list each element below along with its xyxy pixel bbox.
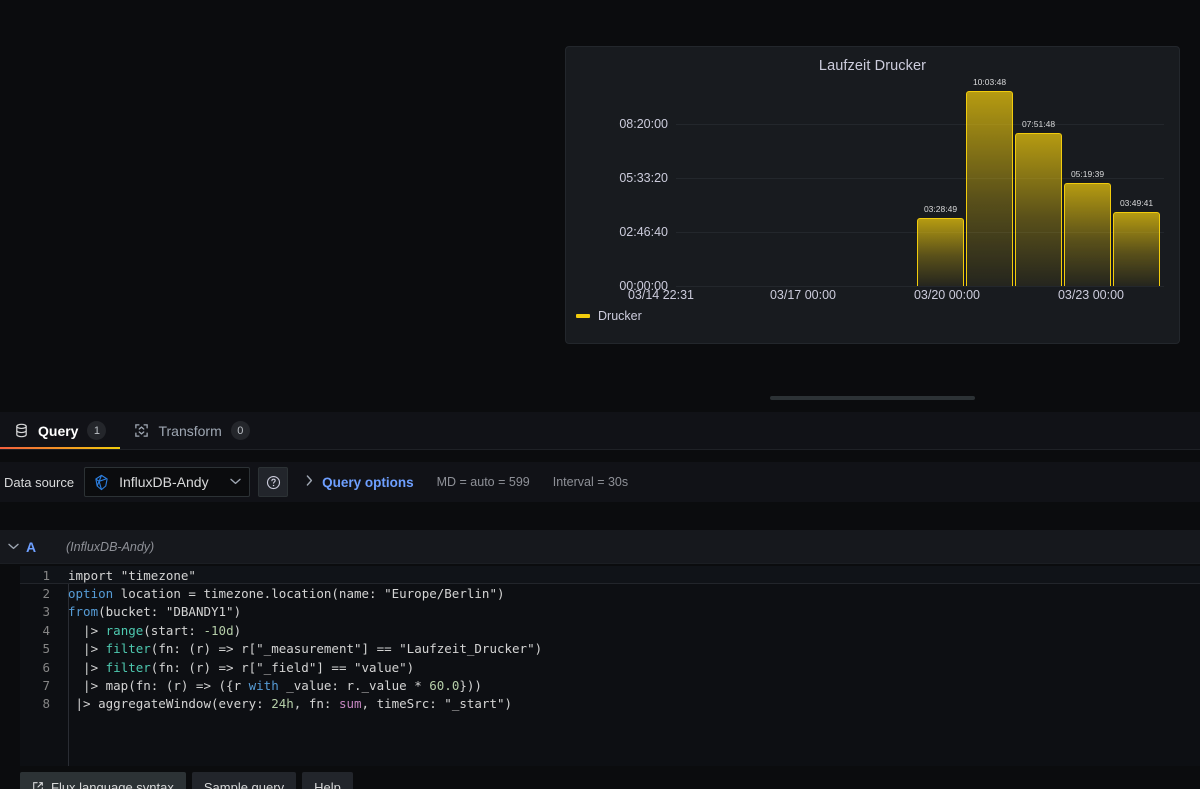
datasource-selected-name: InfluxDB-Andy [119,474,221,490]
code-line[interactable]: 5 |> filter(fn: (r) => r["_measurement"]… [20,640,1200,658]
y-axis-tick-label: 02:46:40 [619,225,668,239]
y-axis-tick-label: 08:20:00 [619,117,668,131]
code-line-text[interactable]: from(bucket: "DBANDY1") [58,604,241,619]
code-line-number: 5 [20,641,58,656]
legend-series-label[interactable]: Drucker [598,309,642,323]
code-line-text[interactable]: |> filter(fn: (r) => r["_field"] == "val… [58,660,414,675]
chart-legend[interactable]: Drucker [576,309,642,323]
database-icon [14,423,29,438]
code-line[interactable]: 4 |> range(start: -10d) [20,621,1200,639]
datasource-row: Data source InfluxDB-Andy Query options … [0,462,1200,502]
sample-query-button[interactable]: Sample query [192,772,296,789]
query-options-interval: Interval = 30s [553,475,628,489]
query-row-ref-id[interactable]: A [26,539,66,555]
chart-bars[interactable]: 03:28:4910:03:4807:51:4805:19:3903:49:41 [676,81,1164,286]
influxdb-icon [93,474,110,491]
code-line[interactable]: 8 |> aggregateWindow(every: 24h, fn: sum… [20,695,1200,713]
chart-y-axis: 00:00:0002:46:4005:33:2008:20:00 [566,81,668,286]
code-line-text[interactable]: |> map(fn: (r) => ({r with _value: r._va… [58,678,482,693]
help-circle-icon[interactable] [258,467,288,497]
chart-bar-value-label: 03:28:49 [924,204,957,214]
tab-active-indicator [0,447,120,449]
tab-query-label: Query [38,423,78,439]
chart-plot-area[interactable]: 00:00:0002:46:4005:33:2008:20:00 03:28:4… [566,81,1181,345]
query-options-toggle[interactable]: Query options MD = auto = 599 Interval =… [306,475,628,490]
query-row-a: A (InfluxDB-Andy) [0,530,1200,564]
query-options-max-data-points: MD = auto = 599 [437,475,530,489]
editor-bottom-toolbar: Flux language syntax Sample query Help [0,772,1200,789]
sample-query-label: Sample query [204,780,284,789]
flux-query-code-editor[interactable]: 1import "timezone"2option location = tim… [20,566,1200,766]
y-axis-tick-label: 05:33:20 [619,171,668,185]
code-line[interactable]: 6 |> filter(fn: (r) => r["_field"] == "v… [20,658,1200,676]
flux-language-syntax-button[interactable]: Flux language syntax [20,772,186,789]
gridline [676,286,1164,287]
code-line-number: 6 [20,660,58,675]
chart-bar[interactable]: 05:19:39 [1064,183,1111,286]
chart-bar-value-label: 05:19:39 [1071,169,1104,179]
editor-tab-bar: Query 1 Transform 0 [0,412,1200,450]
process-icon [134,423,149,438]
chevron-right-icon [306,475,313,489]
code-line-number: 7 [20,678,58,693]
chevron-down-icon [230,477,241,488]
code-line-text[interactable]: |> aggregateWindow(every: 24h, fn: sum, … [58,696,512,711]
datasource-label: Data source [0,475,84,490]
flux-language-syntax-label: Flux language syntax [51,780,174,789]
x-axis-tick-label: 03/20 00:00 [914,288,980,302]
tab-query-badge: 1 [87,421,106,440]
chart-bar[interactable]: 03:28:49 [917,218,964,286]
code-line-text[interactable]: option location = timezone.location(name… [58,586,505,601]
tab-transform-badge: 0 [231,421,250,440]
x-axis-tick-label: 03/14 22:31 [628,288,694,302]
chart-bar[interactable]: 07:51:48 [1015,133,1062,286]
code-line[interactable]: 2option location = timezone.location(nam… [20,584,1200,602]
chart-bar[interactable]: 03:49:41 [1113,212,1160,286]
code-line[interactable]: 3from(bucket: "DBANDY1") [20,603,1200,621]
datasource-picker[interactable]: InfluxDB-Andy [84,467,250,497]
code-line[interactable]: 1import "timezone" [20,566,1200,584]
panel-resize-handle[interactable] [770,396,975,400]
chart-bar-value-label: 07:51:48 [1022,119,1055,129]
x-axis-tick-label: 03/23 00:00 [1058,288,1124,302]
code-line-number: 3 [20,604,58,619]
chart-bar-value-label: 03:49:41 [1120,198,1153,208]
code-line-number: 1 [20,568,58,583]
code-lines-container[interactable]: 1import "timezone"2option location = tim… [20,566,1200,713]
code-line-number: 8 [20,696,58,711]
help-button[interactable]: Help [302,772,353,789]
external-link-icon [32,781,44,789]
panel-preview[interactable]: Laufzeit Drucker 00:00:0002:46:4005:33:2… [565,46,1180,344]
code-line-text[interactable]: |> range(start: -10d) [58,623,241,638]
panel-title: Laufzeit Drucker [566,47,1179,74]
chart-bar[interactable]: 10:03:48 [966,91,1013,286]
x-axis-tick-label: 03/17 00:00 [770,288,836,302]
chart-x-axis: 03/14 22:3103/17 00:0003/20 00:0003/23 0… [676,288,1164,310]
code-line-number: 4 [20,623,58,638]
help-button-label: Help [314,780,341,789]
code-line-text[interactable]: import "timezone" [58,568,196,583]
code-line-number: 2 [20,586,58,601]
query-options-label: Query options [322,475,414,490]
tab-query[interactable]: Query 1 [0,412,120,449]
query-row-collapse-icon[interactable] [0,541,26,553]
tab-transform[interactable]: Transform 0 [120,412,263,449]
query-row-datasource: (InfluxDB-Andy) [66,540,154,554]
code-line[interactable]: 7 |> map(fn: (r) => ({r with _value: r._… [20,676,1200,694]
chart-bar-value-label: 10:03:48 [973,77,1006,87]
code-line-text[interactable]: |> filter(fn: (r) => r["_measurement"] =… [58,641,542,656]
tab-transform-label: Transform [158,423,221,439]
legend-color-swatch [576,314,590,318]
